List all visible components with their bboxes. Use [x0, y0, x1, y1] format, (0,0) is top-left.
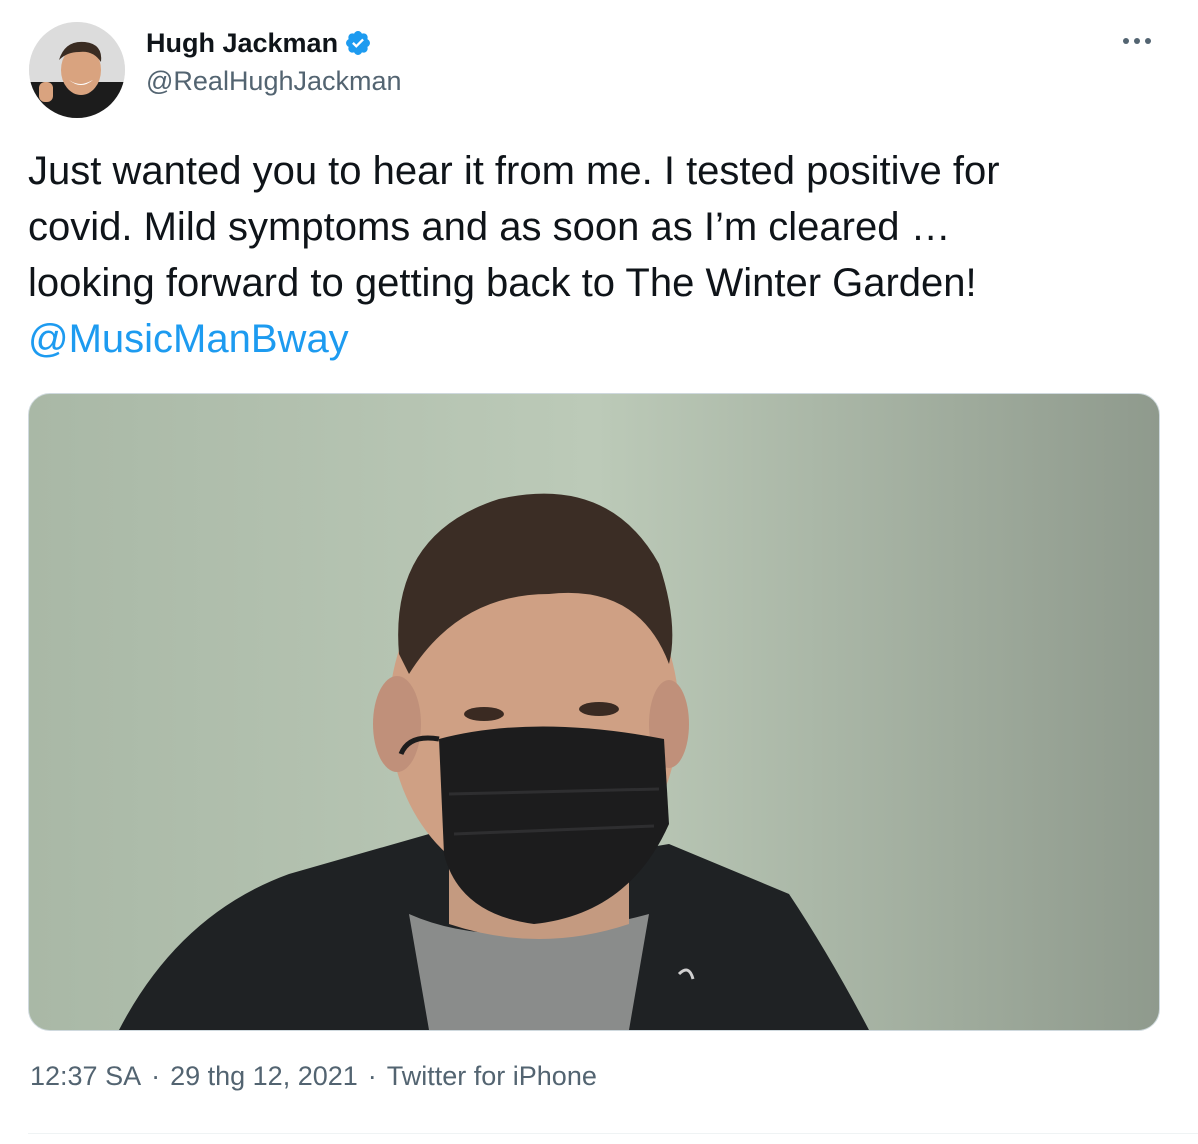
tweet-time[interactable]: 12:37 SA: [30, 1061, 141, 1092]
display-name[interactable]: Hugh Jackman: [146, 28, 338, 59]
separator: ·: [151, 1061, 161, 1091]
video-thumbnail[interactable]: [28, 393, 1160, 1031]
avatar-photo: [29, 22, 125, 118]
avatar[interactable]: [29, 22, 125, 118]
verified-badge-icon: [344, 29, 372, 57]
author-block: Hugh Jackman @RealHughJackman: [146, 22, 402, 112]
divider: [28, 1133, 1198, 1134]
user-handle[interactable]: @RealHughJackman: [146, 66, 402, 97]
tweet: Hugh Jackman @RealHughJackman Just wante…: [0, 0, 1198, 1144]
tweet-source[interactable]: Twitter for iPhone: [387, 1061, 597, 1092]
tweet-text-line: covid. Mild symptoms and as soon as I’m …: [28, 205, 951, 249]
more-options-icon[interactable]: [1112, 26, 1162, 56]
tweet-text-line: looking forward to getting back to The W…: [28, 261, 977, 305]
mention-link[interactable]: @MusicManBway: [28, 311, 1178, 367]
tweet-text-line: Just wanted you to hear it from me. I te…: [28, 149, 1000, 193]
tweet-text: Just wanted you to hear it from me. I te…: [28, 143, 1178, 367]
tweet-metadata: 12:37 SA · 29 thg 12, 2021 · Twitter for…: [30, 1061, 597, 1092]
tweet-date[interactable]: 29 thg 12, 2021: [170, 1061, 358, 1092]
video-still-image: [29, 394, 1159, 1030]
name-row: Hugh Jackman: [146, 22, 402, 64]
separator: ·: [367, 1061, 377, 1091]
